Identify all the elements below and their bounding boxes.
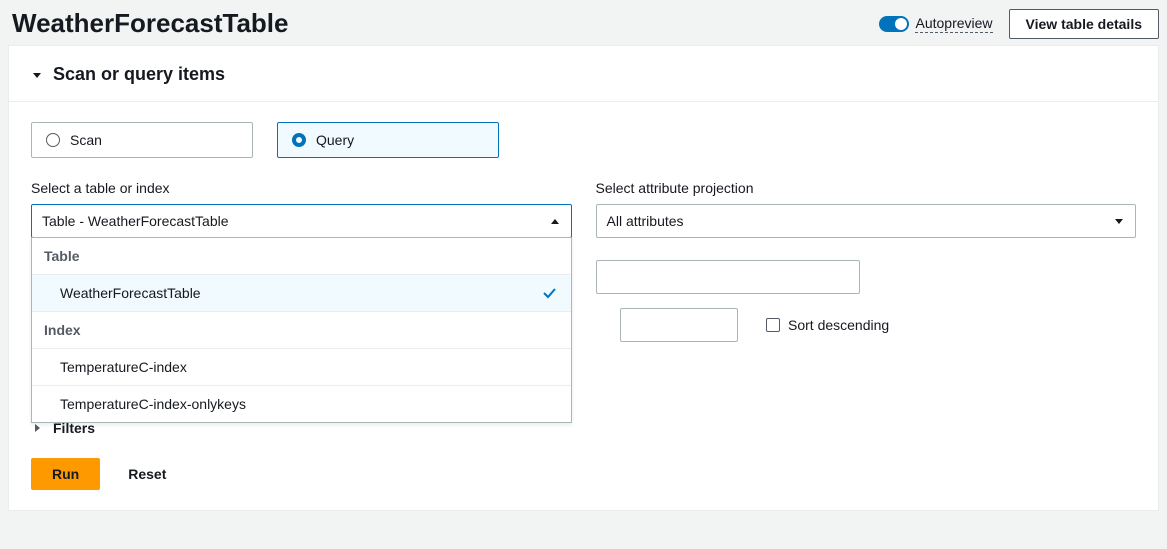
dropdown-option-temperaturec-index-onlykeys[interactable]: TemperatureC-index-onlykeys: [32, 386, 571, 422]
radio-icon: [46, 133, 60, 147]
toggle-switch-icon: [879, 16, 909, 32]
autopreview-label: Autopreview: [915, 15, 992, 33]
actions-row: Run Reset: [31, 458, 1136, 490]
caret-down-icon: [31, 69, 43, 81]
sort-descending-label: Sort descending: [788, 317, 889, 333]
mode-scan-option[interactable]: Scan: [31, 122, 253, 158]
table-index-selected-value: Table - WeatherForecastTable: [42, 213, 229, 229]
condition-input[interactable]: [620, 308, 738, 342]
selectors-row: Select a table or index Table - WeatherF…: [31, 180, 1136, 294]
table-index-select[interactable]: Table - WeatherForecastTable: [31, 204, 572, 238]
dropdown-option-weatherforecasttable[interactable]: WeatherForecastTable: [32, 275, 571, 312]
mode-query-label: Query: [316, 132, 354, 148]
scan-query-panel: Scan or query items Scan Query Select a …: [8, 45, 1159, 511]
attribute-projection-select[interactable]: All attributes: [596, 204, 1137, 238]
autopreview-toggle[interactable]: Autopreview: [879, 15, 992, 33]
attribute-projection-label: Select attribute projection: [596, 180, 1137, 196]
check-icon: [541, 285, 557, 301]
panel-header-toggle[interactable]: Scan or query items: [9, 46, 1158, 102]
run-button[interactable]: Run: [31, 458, 100, 490]
dropdown-group-index: Index: [32, 312, 571, 349]
attribute-projection-group: Select attribute projection All attribut…: [596, 180, 1137, 294]
table-index-dropdown: Table WeatherForecastTable Index Tempera…: [31, 237, 572, 423]
checkbox-icon: [766, 318, 780, 332]
dropdown-group-table: Table: [32, 238, 571, 275]
mode-scan-label: Scan: [70, 132, 102, 148]
mode-query-option[interactable]: Query: [277, 122, 499, 158]
dropdown-option-label: WeatherForecastTable: [60, 285, 201, 301]
page-title: WeatherForecastTable: [12, 8, 288, 39]
dropdown-option-label: TemperatureC-index-onlykeys: [60, 396, 246, 412]
header-actions: Autopreview View table details: [879, 9, 1159, 39]
table-index-select-wrapper: Table - WeatherForecastTable Table Weath…: [31, 204, 572, 238]
page-header: WeatherForecastTable Autopreview View ta…: [8, 2, 1159, 45]
panel-title: Scan or query items: [53, 64, 225, 85]
query-value-input[interactable]: [596, 260, 860, 294]
dropdown-option-temperaturec-index[interactable]: TemperatureC-index: [32, 349, 571, 386]
view-table-details-button[interactable]: View table details: [1009, 9, 1159, 39]
caret-down-icon: [1113, 215, 1125, 227]
sort-descending-checkbox[interactable]: Sort descending: [766, 317, 889, 333]
scan-query-mode: Scan Query: [31, 122, 1136, 158]
attribute-projection-value: All attributes: [607, 213, 684, 229]
radio-icon: [292, 133, 306, 147]
table-index-group: Select a table or index Table - WeatherF…: [31, 180, 572, 294]
panel-body: Scan Query Select a table or index Table…: [9, 102, 1158, 510]
caret-up-icon: [549, 215, 561, 227]
caret-right-icon: [31, 422, 43, 434]
dropdown-option-label: TemperatureC-index: [60, 359, 187, 375]
reset-button[interactable]: Reset: [128, 466, 166, 482]
table-index-label: Select a table or index: [31, 180, 572, 196]
